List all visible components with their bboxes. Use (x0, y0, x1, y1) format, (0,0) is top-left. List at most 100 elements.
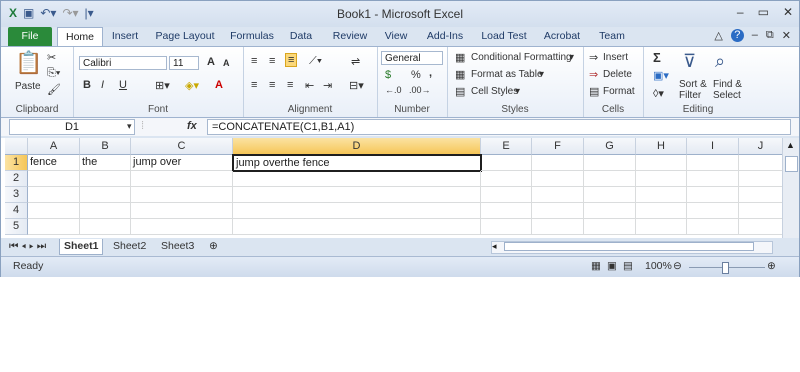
cell-a2[interactable] (28, 171, 80, 187)
cell-h1[interactable] (636, 155, 687, 171)
cell-e2[interactable] (481, 171, 532, 187)
cell-i3[interactable] (687, 187, 739, 203)
font-color-button[interactable]: A (215, 79, 223, 91)
row-header-1[interactable]: 1 (5, 155, 28, 171)
cell-d4[interactable] (233, 203, 481, 219)
cell-i2[interactable] (687, 171, 739, 187)
cell-b2[interactable] (80, 171, 131, 187)
delete-cells-button[interactable]: Delete (603, 69, 632, 80)
tab-formulas[interactable]: Formulas (226, 27, 278, 46)
column-header-a[interactable]: A (28, 138, 80, 155)
fill-icon[interactable]: ▣▾ (653, 69, 669, 82)
sheet-nav-first-icon[interactable]: ⏮ ◂ ▸ ⏭ (9, 239, 46, 254)
cell-b4[interactable] (80, 203, 131, 219)
namebox-dropdown-icon[interactable]: ▾ (127, 121, 132, 132)
cell-j1[interactable] (739, 155, 783, 171)
cut-icon[interactable]: ✂ (47, 51, 56, 64)
percent-button[interactable]: % (411, 69, 421, 81)
find-select-button[interactable]: Find & (713, 79, 742, 90)
align-center-icon[interactable]: ≡ (269, 79, 275, 91)
column-header-d[interactable]: D (233, 138, 481, 155)
cell-f1[interactable] (532, 155, 584, 171)
font-name-combo[interactable]: Calibri (79, 56, 167, 70)
column-header-i[interactable]: I (687, 138, 739, 155)
increase-indent-icon[interactable]: ⇥ (323, 79, 332, 92)
decrease-decimal-icon[interactable]: .00→ (409, 85, 431, 95)
align-top-icon[interactable]: ≡ (251, 55, 257, 67)
cell-b1[interactable]: the (80, 155, 131, 171)
column-header-j[interactable]: J (739, 138, 783, 155)
cell-d3[interactable] (233, 187, 481, 203)
cell-g3[interactable] (584, 187, 636, 203)
cell-g5[interactable] (584, 219, 636, 235)
doc-minimize-icon[interactable]: – (752, 29, 758, 42)
tab-team[interactable]: Team (597, 27, 627, 46)
zoom-in-icon[interactable]: ⊕ (767, 260, 776, 272)
clear-icon[interactable]: ◊▾ (653, 87, 664, 100)
align-middle-icon[interactable]: ≡ (269, 55, 275, 67)
column-header-e[interactable]: E (481, 138, 532, 155)
row-header-5[interactable]: 5 (5, 219, 28, 235)
cell-a1[interactable]: fence (28, 155, 80, 171)
copy-icon[interactable]: ⎘▾ (47, 67, 60, 80)
zoom-slider-thumb[interactable] (722, 262, 729, 274)
column-header-h[interactable]: H (636, 138, 687, 155)
close-icon[interactable]: ✕ (783, 5, 793, 19)
cell-c1[interactable]: jump over (131, 155, 233, 171)
format-as-table-button[interactable]: Format as Table (471, 69, 543, 80)
cell-e5[interactable] (481, 219, 532, 235)
select-all-corner[interactable] (5, 138, 28, 155)
page-break-view-icon[interactable]: ▤ (623, 260, 633, 272)
minimize-ribbon-icon[interactable]: △ (714, 29, 722, 42)
page-layout-view-icon[interactable]: ▣ (607, 260, 617, 272)
increase-decimal-icon[interactable]: ←.0 (385, 85, 402, 95)
merge-center-icon[interactable]: ⊟▾ (349, 79, 364, 92)
doc-restore-icon[interactable]: ⧉ (766, 29, 774, 42)
cell-f5[interactable] (532, 219, 584, 235)
scroll-left-icon[interactable]: ◂ (492, 241, 497, 252)
name-box[interactable]: D1 (9, 119, 135, 135)
cell-i1[interactable] (687, 155, 739, 171)
tab-home[interactable]: Home (57, 27, 103, 47)
cell-a5[interactable] (28, 219, 80, 235)
cell-b5[interactable] (80, 219, 131, 235)
doc-close-icon[interactable]: ✕ (782, 29, 791, 42)
vertical-scroll-thumb[interactable] (785, 156, 798, 172)
italic-button[interactable]: I (101, 79, 104, 91)
cell-f4[interactable] (532, 203, 584, 219)
horizontal-scrollbar[interactable]: ◂ (491, 241, 773, 254)
wrap-text-icon[interactable]: ⇌ (351, 55, 360, 68)
decrease-indent-icon[interactable]: ⇤ (305, 79, 314, 92)
orientation-icon[interactable]: ⟋▾ (309, 55, 322, 68)
find-select-button-line2[interactable]: Select (713, 90, 741, 101)
cell-j5[interactable] (739, 219, 783, 235)
cell-h2[interactable] (636, 171, 687, 187)
column-header-f[interactable]: F (532, 138, 584, 155)
cell-c5[interactable] (131, 219, 233, 235)
sheet-tab-2[interactable]: Sheet2 (113, 239, 146, 254)
row-header-4[interactable]: 4 (5, 203, 28, 219)
cell-a3[interactable] (28, 187, 80, 203)
cell-styles-button[interactable]: Cell Styles (471, 86, 518, 97)
cell-e3[interactable] (481, 187, 532, 203)
cell-e1[interactable] (481, 155, 532, 171)
column-header-g[interactable]: G (584, 138, 636, 155)
cell-f2[interactable] (532, 171, 584, 187)
tab-view[interactable]: View (382, 27, 410, 46)
tab-review[interactable]: Review (331, 27, 369, 46)
sort-filter-button[interactable]: Sort & (679, 79, 707, 90)
vertical-scrollbar[interactable]: ▲ (782, 138, 799, 238)
number-format-combo[interactable]: General (381, 51, 443, 65)
tab-data[interactable]: Data (286, 27, 316, 46)
cell-g4[interactable] (584, 203, 636, 219)
cell-i5[interactable] (687, 219, 739, 235)
shrink-font-button[interactable]: A (223, 58, 230, 68)
cell-d2[interactable] (233, 171, 481, 187)
autosum-button[interactable]: Σ (653, 50, 661, 65)
insert-function-button[interactable]: fx (187, 120, 197, 132)
cell-d1[interactable]: jump overthe fence (232, 154, 482, 172)
bold-button[interactable]: B (83, 79, 91, 91)
cell-h4[interactable] (636, 203, 687, 219)
cell-g2[interactable] (584, 171, 636, 187)
tab-add-ins[interactable]: Add-Ins (424, 27, 466, 46)
